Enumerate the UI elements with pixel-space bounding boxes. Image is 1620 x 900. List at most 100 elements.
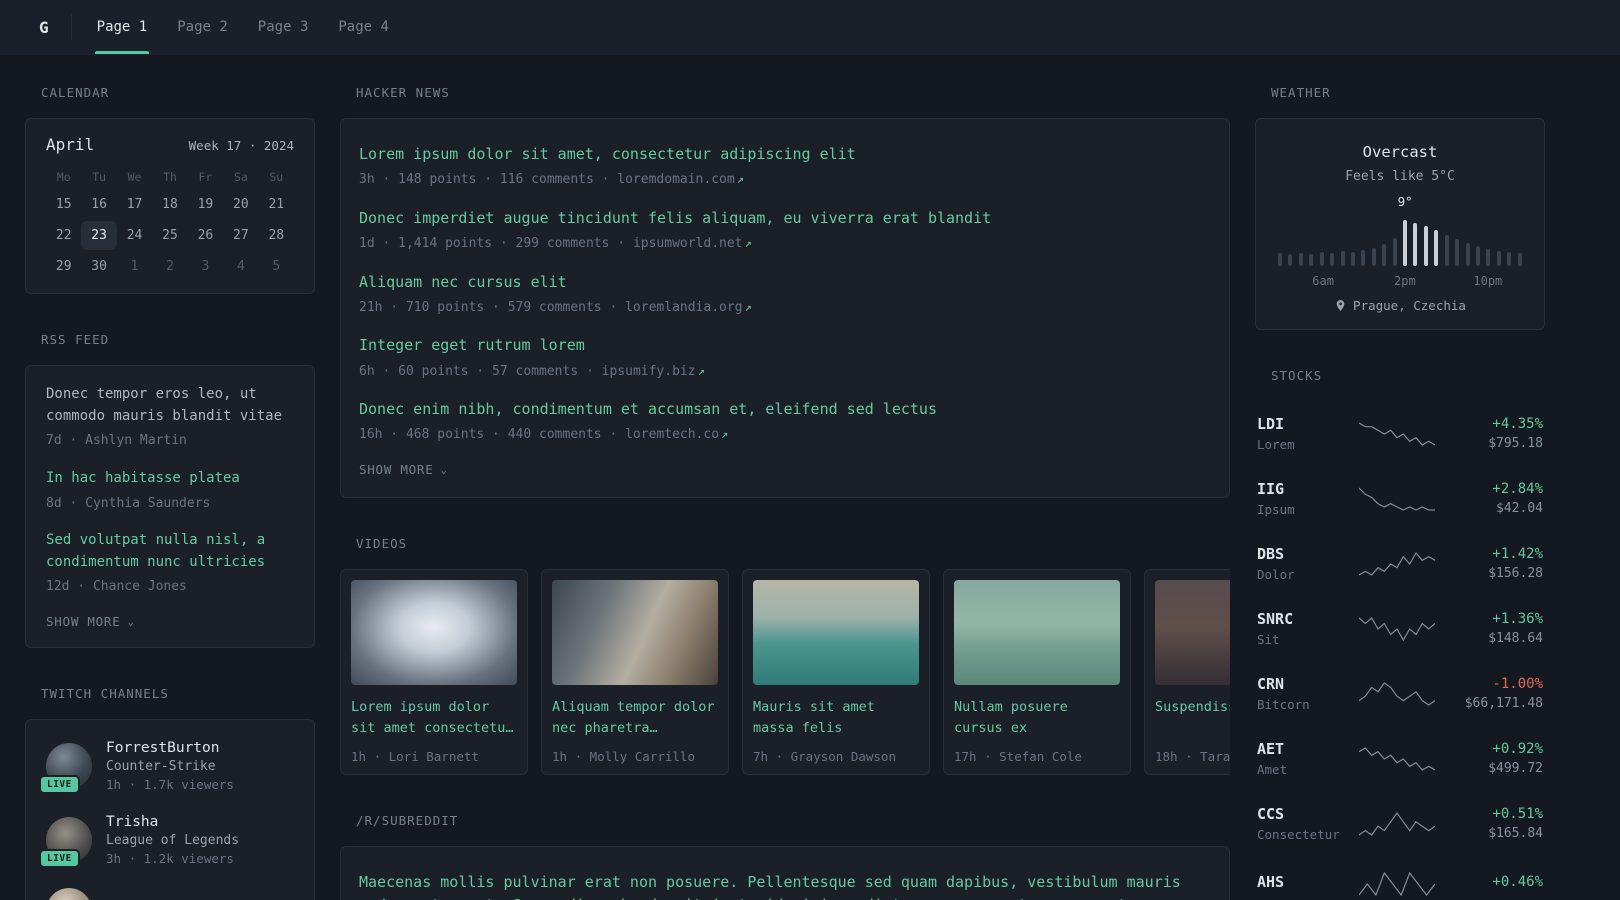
hn-item: Donec imperdiet augue tincidunt felis al…	[359, 207, 1211, 254]
weather-bar	[1403, 220, 1408, 266]
weather-bar	[1288, 254, 1293, 266]
hn-item-meta: 16h · 468 points · 440 comments · loremt…	[359, 425, 1211, 445]
stock-price: $156.28	[1488, 566, 1543, 581]
video-card[interactable]: Lorem ipsum dolor sit amet consectetu… 1…	[340, 568, 528, 775]
rss-show-more-button[interactable]: SHOW MORE ⌄	[46, 614, 135, 629]
weather-bar	[1465, 243, 1470, 266]
stock-row[interactable]: SNRC Sit +1.36% $148.64	[1257, 596, 1543, 661]
stock-change: -1.00%	[1492, 676, 1543, 692]
video-title[interactable]: Suspendisse diam	[1155, 697, 1230, 739]
section-title-hackernews: HACKER NEWS	[356, 85, 450, 100]
channel-name[interactable]: ForrestBurton	[106, 740, 234, 756]
video-thumbnail[interactable]	[954, 579, 1120, 685]
calendar-week-year: Week 17 · 2024	[188, 138, 294, 153]
reddit-post: Maecenas mollis pulvinar erat non posuer…	[359, 871, 1211, 900]
weather-bar	[1496, 251, 1501, 266]
video-title[interactable]: Nullam posuere cursus ex	[954, 697, 1120, 739]
hn-item-title[interactable]: Aliquam nec cursus elit	[359, 271, 1211, 294]
stock-row[interactable]: AET Amet +0.92% $499.72	[1257, 726, 1543, 791]
hn-item-stats: 6h · 60 points · 57 comments ·	[359, 363, 602, 379]
section-title-videos: VIDEOS	[356, 535, 408, 551]
stock-values: +0.92% $499.72	[1443, 741, 1543, 776]
video-thumbnail[interactable]	[1155, 579, 1230, 685]
stock-name: Sit	[1257, 632, 1280, 647]
hn-item-title[interactable]: Donec imperdiet augue tincidunt felis al…	[359, 207, 1211, 230]
twitch-channel[interactable]: LIVE Trisha League of Legends 3h · 1.2k …	[39, 814, 294, 868]
twitch-channel[interactable]: KendallCarr	[46, 887, 294, 900]
video-title[interactable]: Aliquam tempor dolor nec pharetra…	[552, 697, 718, 739]
calendar-day: 30	[91, 259, 107, 274]
video-meta: 7h · Grayson Dawson	[753, 748, 896, 764]
hn-item-domain-link[interactable]: loremtech.co ↗	[625, 427, 728, 442]
hn-item-domain: loremlandia.org	[625, 299, 743, 315]
rss-item-title[interactable]: Sed volutpat nulla nisl, a condimentum n…	[46, 530, 294, 573]
stock-values: -1.00% $66,171.48	[1443, 676, 1543, 711]
video-card[interactable]: Mauris sit amet massa felis 7h · Grayson…	[742, 568, 930, 775]
stock-name: Ipsum	[1257, 502, 1295, 517]
left-column: CALENDAR April Week 17 · 2024 Mo Tu We Th Fr…	[25, 85, 315, 900]
subreddit-widget: /R/SUBREDDIT Maecenas mollis pulvinar er…	[340, 813, 1230, 900]
hn-item-domain-link[interactable]: loremdomain.com ↗	[617, 172, 744, 187]
video-card[interactable]: Aliquam tempor dolor nec pharetra… 1h · …	[541, 568, 729, 775]
hn-item-stats: 21h · 710 points · 579 comments ·	[359, 299, 626, 315]
page-tabs: Page 1 Page 2 Page 3 Page 4	[82, 0, 404, 54]
tab-page-4[interactable]: Page 4	[323, 0, 404, 54]
stock-row[interactable]: AHS +0.46%	[1257, 856, 1543, 900]
tab-page-2[interactable]: Page 2	[162, 0, 243, 54]
stock-values: +4.35% $795.18	[1443, 416, 1543, 451]
weather-feels-like: Feels like 5°C	[1345, 169, 1455, 184]
video-thumbnail[interactable]	[351, 579, 517, 685]
video-title[interactable]: Lorem ipsum dolor sit amet consectetu…	[351, 697, 517, 739]
hn-item-title[interactable]: Donec enim nibh, condimentum et accumsan…	[359, 398, 1211, 421]
stock-row[interactable]: CCS Consectetur +0.51% $165.84	[1257, 791, 1543, 856]
stock-row[interactable]: DBS Dolor +1.42% $156.28	[1257, 531, 1543, 596]
show-more-label: SHOW MORE	[359, 461, 434, 477]
calendar-weekday: Sa	[233, 170, 248, 184]
topbar: G Page 1 Page 2 Page 3 Page 4	[0, 0, 1620, 55]
video-card[interactable]: Nullam posuere cursus ex 17h · Stefan Co…	[943, 568, 1131, 775]
tab-page-1[interactable]: Page 1	[82, 0, 163, 54]
hn-item: Donec enim nibh, condimentum et accumsan…	[359, 398, 1211, 445]
stock-id: AET Amet	[1257, 740, 1351, 777]
hn-item-title[interactable]: Lorem ipsum dolor sit amet, consectetur …	[359, 143, 1211, 166]
video-meta: 17h · Stefan Cole	[954, 748, 1082, 764]
video-thumbnail[interactable]	[552, 579, 718, 685]
video-meta: 18h · Tara	[1155, 748, 1230, 764]
hn-item: Integer eget rutrum lorem 6h · 60 points…	[359, 334, 1211, 381]
stock-row[interactable]: IIG Ipsum +2.84% $42.04	[1257, 466, 1543, 531]
stock-symbol: CRN	[1257, 675, 1285, 693]
video-card[interactable]: Suspendisse diam 18h · Tara	[1144, 568, 1230, 775]
show-more-label: SHOW MORE	[46, 613, 121, 629]
calendar-weekday: Mo	[56, 170, 71, 184]
channel-avatar-image	[46, 887, 92, 900]
hn-item-meta: 6h · 60 points · 57 comments · ipsumify.…	[359, 362, 1211, 382]
weather-location: Prague, Czechia	[1272, 298, 1528, 313]
section-title-weather: WEATHER	[1271, 85, 1331, 100]
weather-bar	[1423, 226, 1428, 266]
rss-item-title[interactable]: In hac habitasse platea	[46, 468, 294, 490]
hn-item-title[interactable]: Integer eget rutrum lorem	[359, 334, 1211, 357]
rss-item-title[interactable]: Donec tempor eros leo, ut commodo mauris…	[46, 384, 294, 427]
hn-show-more-button[interactable]: SHOW MORE ⌄	[359, 462, 448, 477]
stock-sparkline	[1359, 616, 1435, 641]
channel-info: Trisha League of Legends 3h · 1.2k viewe…	[106, 814, 239, 866]
video-title[interactable]: Mauris sit amet massa felis	[753, 697, 919, 739]
stock-row[interactable]: LDI Lorem +4.35% $795.18	[1257, 401, 1543, 466]
channel-name[interactable]: Trisha	[106, 814, 239, 830]
location-pin-icon	[1336, 300, 1345, 311]
stock-row[interactable]: CRN Bitcorn -1.00% $66,171.48	[1257, 661, 1543, 726]
stock-price: $499.72	[1488, 761, 1543, 776]
reddit-post-title[interactable]: Maecenas mollis pulvinar erat non posuer…	[359, 871, 1211, 900]
hn-item-domain-link[interactable]: ipsumify.biz ↗	[602, 364, 705, 379]
weather-time-label: 10pm	[1473, 274, 1503, 288]
video-thumbnail[interactable]	[753, 579, 919, 685]
stock-symbol: CCS	[1257, 805, 1285, 823]
external-link-icon: ↗	[744, 299, 752, 314]
hn-item-domain-link[interactable]: ipsumworld.net ↗	[633, 236, 752, 251]
section-title-stocks: STOCKS	[1271, 368, 1323, 383]
tab-page-3[interactable]: Page 3	[243, 0, 324, 54]
twitch-channel[interactable]: LIVE ForrestBurton Counter-Strike 1h · 1…	[39, 740, 294, 794]
hn-item-domain-link[interactable]: loremlandia.org ↗	[625, 300, 752, 315]
stock-price: $148.64	[1488, 631, 1543, 646]
home-logo[interactable]: G	[25, 0, 65, 54]
